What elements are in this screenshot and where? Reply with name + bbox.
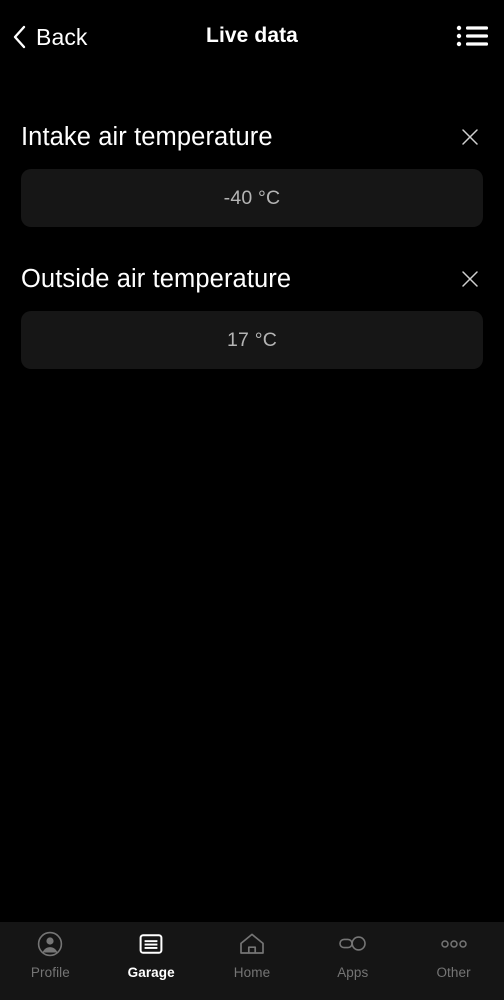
- list-menu-button[interactable]: [454, 20, 490, 52]
- tab-apps-label: Apps: [337, 965, 369, 980]
- bottom-navigation: Profile Garage Home Apps Other: [0, 922, 504, 1000]
- page-title: Live data: [206, 24, 298, 47]
- tab-profile[interactable]: Profile: [0, 930, 101, 980]
- close-icon: [462, 129, 478, 145]
- tab-home[interactable]: Home: [202, 930, 303, 980]
- pid-value: -40 °C: [223, 186, 281, 209]
- live-data-screen: Back Live data Intake air temperature -4…: [0, 0, 504, 1000]
- pid-value-card[interactable]: 17 °C: [21, 311, 483, 369]
- person-circle-icon: [35, 930, 65, 958]
- key-fob-icon: [338, 930, 368, 958]
- pid-label: Intake air temperature: [21, 122, 273, 151]
- list-menu-icon: [456, 25, 488, 47]
- house-icon: [237, 930, 267, 958]
- pid-list: Intake air temperature -40 °C Outside ai…: [0, 72, 504, 922]
- pid-item: Intake air temperature -40 °C: [0, 105, 504, 227]
- tab-garage-label: Garage: [127, 965, 175, 980]
- app-header: Back Live data: [0, 0, 504, 72]
- tab-other-label: Other: [436, 965, 471, 980]
- pid-header: Outside air temperature: [0, 247, 504, 311]
- pid-value-card[interactable]: -40 °C: [21, 169, 483, 227]
- close-icon: [462, 271, 478, 287]
- tab-apps[interactable]: Apps: [302, 930, 403, 980]
- tab-garage[interactable]: Garage: [101, 930, 202, 980]
- pid-item: Outside air temperature 17 °C: [0, 247, 504, 369]
- remove-pid-button[interactable]: [453, 262, 487, 296]
- pid-header: Intake air temperature: [0, 105, 504, 169]
- garage-door-icon: [136, 930, 166, 958]
- remove-pid-button[interactable]: [453, 120, 487, 154]
- pid-value: 17 °C: [227, 328, 277, 351]
- three-dots-icon: [439, 930, 469, 958]
- tab-home-label: Home: [233, 965, 271, 980]
- tab-profile-label: Profile: [30, 965, 70, 980]
- tab-other[interactable]: Other: [403, 930, 504, 980]
- pid-label: Outside air temperature: [21, 264, 292, 293]
